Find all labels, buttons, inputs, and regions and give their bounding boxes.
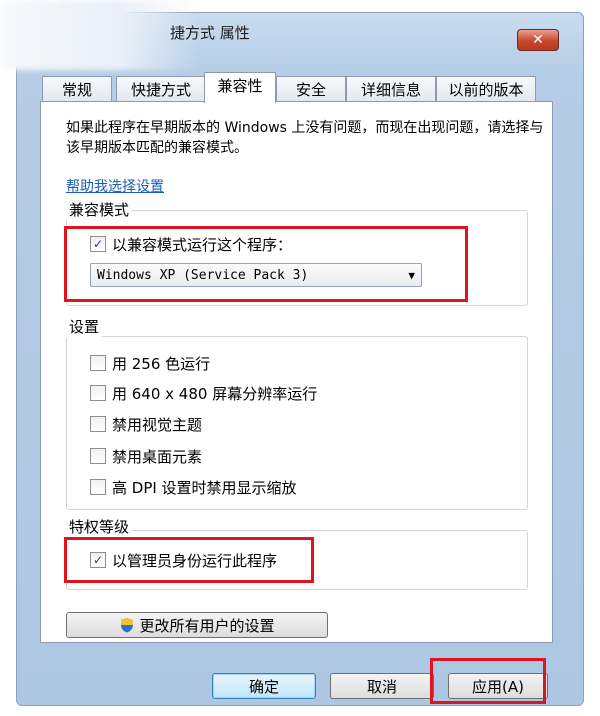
setting-disable-desktop[interactable]: 禁用桌面元素 [90, 446, 202, 468]
settings-group-label: 设置 [66, 316, 103, 337]
tab-details[interactable]: 详细信息 [346, 76, 436, 102]
tab-shortcut[interactable]: 快捷方式 [116, 76, 206, 102]
ok-button[interactable]: 确定 [212, 673, 316, 699]
privilege-group-label: 特权等级 [66, 516, 133, 537]
highlight-box-admin [64, 537, 314, 583]
setting-disable-desktop-label: 禁用桌面元素 [112, 448, 203, 466]
help-me-choose-link[interactable]: 帮助我选择设置 [66, 176, 164, 196]
cancel-button[interactable]: 取消 [330, 673, 434, 699]
setting-disable-dpi-scaling-checkbox[interactable] [90, 478, 106, 495]
compat-mode-group-label: 兼容模式 [66, 199, 133, 220]
setting-disable-themes[interactable]: 禁用视觉主题 [90, 414, 202, 436]
setting-640x480-checkbox[interactable] [90, 384, 106, 401]
tab-compatibility[interactable]: 兼容性 [204, 72, 276, 103]
setting-256-colors-checkbox[interactable] [90, 354, 106, 371]
highlight-box-compat [64, 226, 468, 302]
uac-shield-icon [121, 617, 134, 632]
setting-256-colors[interactable]: 用 256 色运行 [90, 353, 210, 375]
change-all-users-label: 更改所有用户的设置 [139, 617, 275, 635]
setting-disable-themes-checkbox[interactable] [90, 415, 106, 432]
description-text: 如果此程序在早期版本的 Windows 上没有问题，而现在出现问题，请选择与该早… [66, 120, 544, 156]
tab-general[interactable]: 常规 [42, 76, 112, 102]
highlight-box-apply [430, 658, 546, 704]
setting-640x480[interactable]: 用 640 x 480 屏幕分辨率运行 [90, 383, 317, 405]
change-all-users-button[interactable]: 更改所有用户的设置 [66, 612, 328, 638]
setting-640x480-label: 用 640 x 480 屏幕分辨率运行 [112, 385, 318, 403]
tab-previous-versions[interactable]: 以前的版本 [436, 76, 536, 102]
setting-disable-dpi-scaling-label: 高 DPI 设置时禁用显示缩放 [112, 479, 297, 497]
tab-security[interactable]: 安全 [276, 76, 346, 102]
setting-disable-themes-label: 禁用视觉主题 [112, 416, 203, 434]
setting-256-colors-label: 用 256 色运行 [112, 355, 211, 373]
window-title: 捷方式 属性 [170, 24, 250, 42]
close-button[interactable]: ✕ [517, 29, 559, 51]
setting-disable-desktop-checkbox[interactable] [90, 447, 106, 464]
setting-disable-dpi-scaling[interactable]: 高 DPI 设置时禁用显示缩放 [90, 477, 297, 499]
